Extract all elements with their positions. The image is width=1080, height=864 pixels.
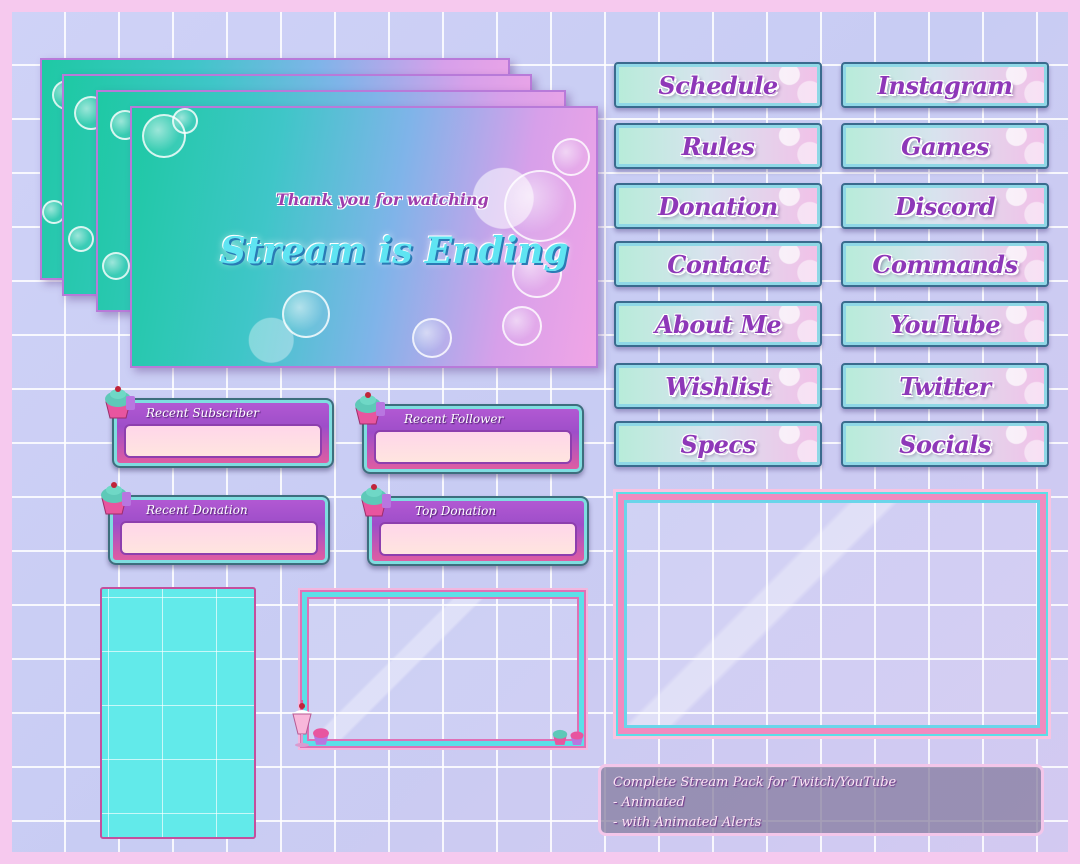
cupcake-icon xyxy=(552,729,568,745)
alert-value-field xyxy=(120,521,318,555)
ending-screen-main: Thank you for watching Stream is Ending xyxy=(130,106,598,368)
bubble-decoration xyxy=(172,108,198,134)
panel-games[interactable]: Games xyxy=(841,123,1049,169)
panel-rules[interactable]: Rules xyxy=(614,123,822,169)
webcam-frame-small xyxy=(300,590,586,748)
alert-recent-follower: Recent Follower xyxy=(362,404,584,474)
alert-label: Top Donation xyxy=(415,504,497,518)
alert-label: Recent Donation xyxy=(146,503,248,517)
webcam-frame-large xyxy=(616,492,1048,736)
alert-top-donation: Top Donation xyxy=(367,496,589,566)
panel-label: YouTube xyxy=(889,309,1001,339)
info-line: Complete Stream Pack for Twitch/YouTube xyxy=(613,775,897,790)
panel-label: Specs xyxy=(680,429,756,459)
panel-commands[interactable]: Commands xyxy=(841,241,1049,287)
panel-label: Wishlist xyxy=(665,371,771,401)
cupcake-icon xyxy=(101,482,131,515)
panel-label: Commands xyxy=(872,249,1018,279)
panel-socials[interactable]: Socials xyxy=(841,421,1049,467)
panel-schedule[interactable]: Schedule xyxy=(614,62,822,108)
panel-label: Rules xyxy=(681,131,755,161)
ending-subtitle: Thank you for watching xyxy=(276,190,489,209)
alert-value-field xyxy=(374,430,572,464)
alert-label: Recent Subscriber xyxy=(146,406,259,420)
info-line: - Animated xyxy=(613,795,685,810)
cupcake-icon xyxy=(570,731,584,745)
cupcake-icon xyxy=(355,392,385,425)
panel-specs[interactable]: Specs xyxy=(614,421,822,467)
panel-label: Twitter xyxy=(899,371,991,401)
info-line: - with Animated Alerts xyxy=(613,815,762,830)
info-box: Complete Stream Pack for Twitch/YouTube … xyxy=(598,764,1044,836)
bubble-decoration xyxy=(552,138,590,176)
panel-donation[interactable]: Donation xyxy=(614,183,822,229)
alert-value-field xyxy=(379,522,577,556)
alert-recent-subscriber: Recent Subscriber xyxy=(112,398,334,468)
panel-label: Discord xyxy=(895,191,996,221)
alert-value-field xyxy=(124,424,322,458)
panel-label: Games xyxy=(901,131,989,161)
bubble-decoration xyxy=(502,306,542,346)
alert-recent-donation: Recent Donation xyxy=(108,495,330,565)
panel-about-me[interactable]: About Me xyxy=(614,301,822,347)
ending-title: Stream is Ending xyxy=(220,230,569,272)
panel-label: Contact xyxy=(667,249,769,279)
bubble-decoration xyxy=(412,318,452,358)
cupcake-icon xyxy=(105,386,135,419)
panel-label: Socials xyxy=(899,429,991,459)
panel-twitter[interactable]: Twitter xyxy=(841,363,1049,409)
side-panel-frame xyxy=(100,587,256,839)
alert-label: Recent Follower xyxy=(404,412,504,426)
panel-label: Donation xyxy=(658,191,778,221)
panel-label: Schedule xyxy=(658,70,778,100)
cupcake-icon xyxy=(361,484,391,517)
panel-instagram[interactable]: Instagram xyxy=(841,62,1049,108)
panel-contact[interactable]: Contact xyxy=(614,241,822,287)
panel-discord[interactable]: Discord xyxy=(841,183,1049,229)
panel-youtube[interactable]: YouTube xyxy=(841,301,1049,347)
panel-label: Instagram xyxy=(877,70,1013,100)
bubble-decoration xyxy=(282,290,330,338)
cupcake-icon xyxy=(313,728,329,745)
panel-label: About Me xyxy=(654,309,782,339)
panel-wishlist[interactable]: Wishlist xyxy=(614,363,822,409)
